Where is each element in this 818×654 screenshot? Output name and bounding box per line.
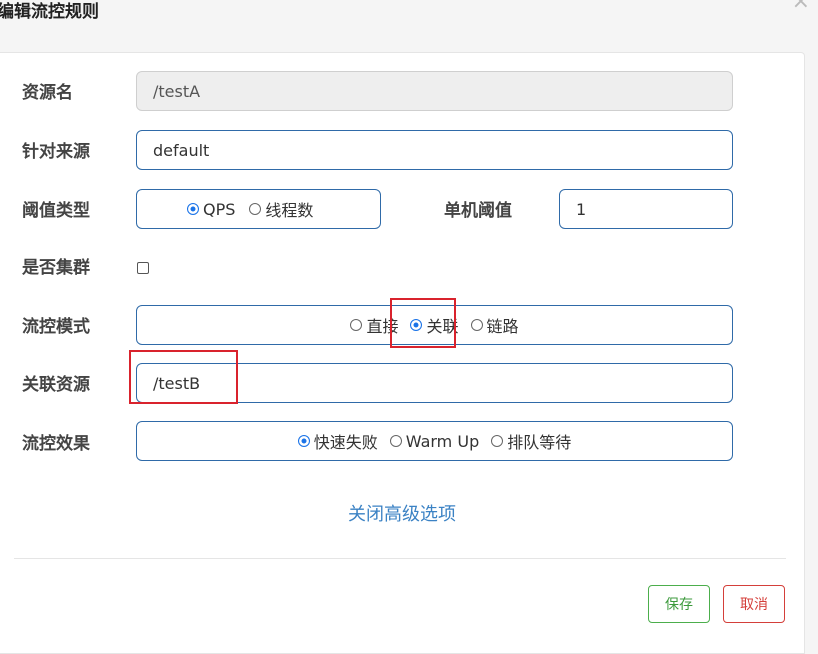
dialog-title: 编辑流控规则 (0, 2, 99, 22)
save-button[interactable]: 保存 (648, 585, 710, 623)
resource-name-input (137, 72, 732, 110)
limit-app-label: 针对来源 (22, 142, 90, 162)
limit-app-field[interactable] (136, 130, 733, 170)
radio-thread-icon[interactable] (249, 203, 262, 215)
cluster-label: 是否集群 (22, 258, 90, 278)
behavior-fast-fail-label: 快速失败 (313, 433, 378, 452)
toggle-advanced-link[interactable]: 关闭高级选项 (0, 500, 804, 526)
strategy-chain[interactable]: 链路 (470, 313, 519, 337)
radio-queue-icon[interactable] (491, 435, 504, 447)
threshold-type-thread[interactable]: 线程数 (249, 197, 313, 221)
radio-direct-icon[interactable] (350, 319, 363, 331)
footer-divider (14, 558, 786, 559)
threshold-type-qps[interactable]: QPS (187, 200, 235, 219)
threshold-input[interactable] (560, 190, 732, 228)
threshold-type-group: QPS 线程数 (136, 189, 381, 229)
ref-resource-label: 关联资源 (22, 375, 90, 395)
threshold-type-thread-label: 线程数 (265, 201, 314, 220)
behavior-warm-up[interactable]: Warm Up (389, 431, 480, 451)
strategy-label: 流控模式 (22, 317, 90, 337)
threshold-type-qps-label: QPS (203, 199, 236, 219)
highlight-relate-box (390, 298, 456, 348)
threshold-label: 单机阈值 (444, 201, 512, 221)
cancel-button[interactable]: 取消 (723, 585, 785, 623)
control-behavior-label: 流控效果 (22, 434, 90, 454)
radio-warm-up-icon[interactable] (389, 435, 402, 447)
strategy-chain-label: 链路 (486, 317, 519, 336)
resource-name-field (136, 71, 733, 111)
highlight-ref-resource-box (129, 350, 238, 404)
threshold-field[interactable] (559, 189, 733, 229)
radio-fast-fail-icon[interactable] (297, 435, 310, 447)
limit-app-input[interactable] (137, 131, 732, 169)
radio-chain-icon[interactable] (470, 319, 483, 331)
behavior-fast-fail[interactable]: 快速失败 (297, 429, 378, 453)
radio-qps-icon[interactable] (187, 203, 199, 215)
threshold-type-label: 阈值类型 (22, 201, 90, 221)
close-icon[interactable]: × (792, 0, 810, 14)
behavior-queue-label: 排队等待 (507, 433, 572, 452)
control-behavior-group: 快速失败 Warm Up 排队等待 (136, 421, 733, 461)
behavior-warm-up-label: Warm Up (405, 431, 480, 451)
resource-name-label: 资源名 (22, 83, 73, 103)
cluster-checkbox[interactable] (137, 262, 149, 274)
behavior-queue[interactable]: 排队等待 (491, 429, 571, 453)
